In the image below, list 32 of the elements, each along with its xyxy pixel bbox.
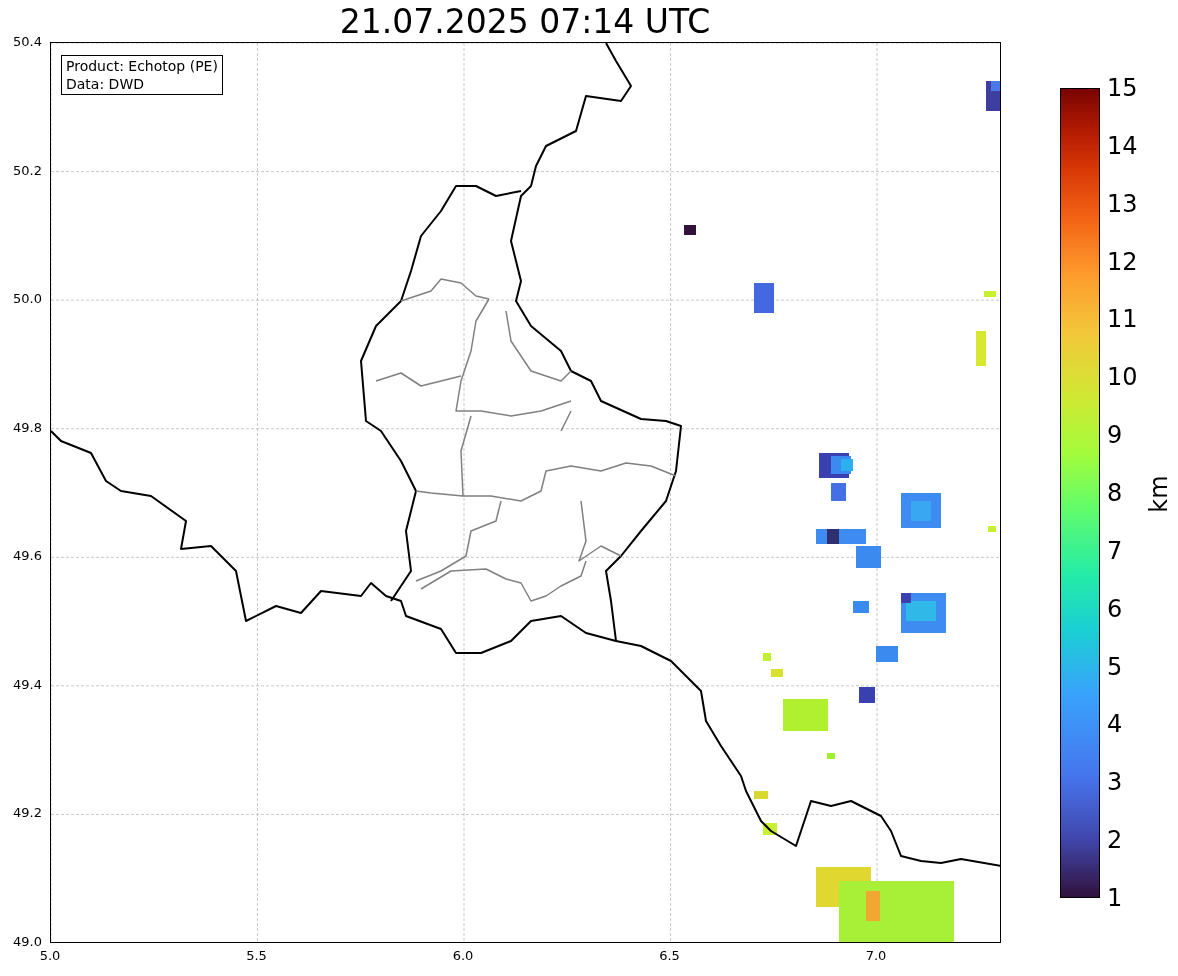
chart-title: 21.07.2025 07:14 UTC <box>338 2 712 42</box>
colorbar-tick-label: 1 <box>1107 884 1123 912</box>
colorbar-tick-label: 5 <box>1107 652 1123 681</box>
colorbar-tick-label: 2 <box>1107 826 1123 855</box>
axis-tick-label: 50.2 <box>12 162 42 179</box>
axis-tick-label: 49.0 <box>12 934 42 950</box>
axis-tick-label: 5.0 <box>38 948 62 964</box>
colorbar-tick-label: 6 <box>1107 594 1123 623</box>
axis-tick-label: 50.4 <box>12 34 42 50</box>
axis-tick-label: 49.8 <box>12 419 42 436</box>
axis-tick-label: 6.0 <box>451 948 475 964</box>
colorbar-tick-label: 9 <box>1107 421 1123 450</box>
colorbar-tick-label: 4 <box>1107 710 1123 739</box>
colorbar-tick-label: 12 <box>1107 247 1138 276</box>
colorbar-tick-label: 15 <box>1107 74 1138 102</box>
legend-text: Data: DWD <box>66 75 145 93</box>
colorbar-tick-label: 3 <box>1107 768 1123 797</box>
colorbar-label: km <box>1144 475 1173 513</box>
colorbar-tick-label: 13 <box>1107 189 1138 218</box>
legend-text: Product: Echotop (PE) <box>66 57 218 75</box>
colorbar-tick-label: 10 <box>1107 363 1138 392</box>
colorbar-tick-label: 11 <box>1107 305 1138 334</box>
axis-tick-label: 49.4 <box>12 676 42 693</box>
colorbar-tick-label: 8 <box>1107 479 1123 507</box>
axis-tick-label: 6.5 <box>658 948 681 964</box>
colorbar-tick-label: 7 <box>1107 536 1123 565</box>
colorbar-tick-label: 14 <box>1107 131 1138 160</box>
axis-tick-label: 5.5 <box>245 948 268 964</box>
axis-tick-label: 49.6 <box>12 548 42 565</box>
axis-tick-label: 49.2 <box>12 805 42 822</box>
axis-tick-label: 50.0 <box>12 291 42 308</box>
axis-tick-label: 7.0 <box>864 948 888 964</box>
